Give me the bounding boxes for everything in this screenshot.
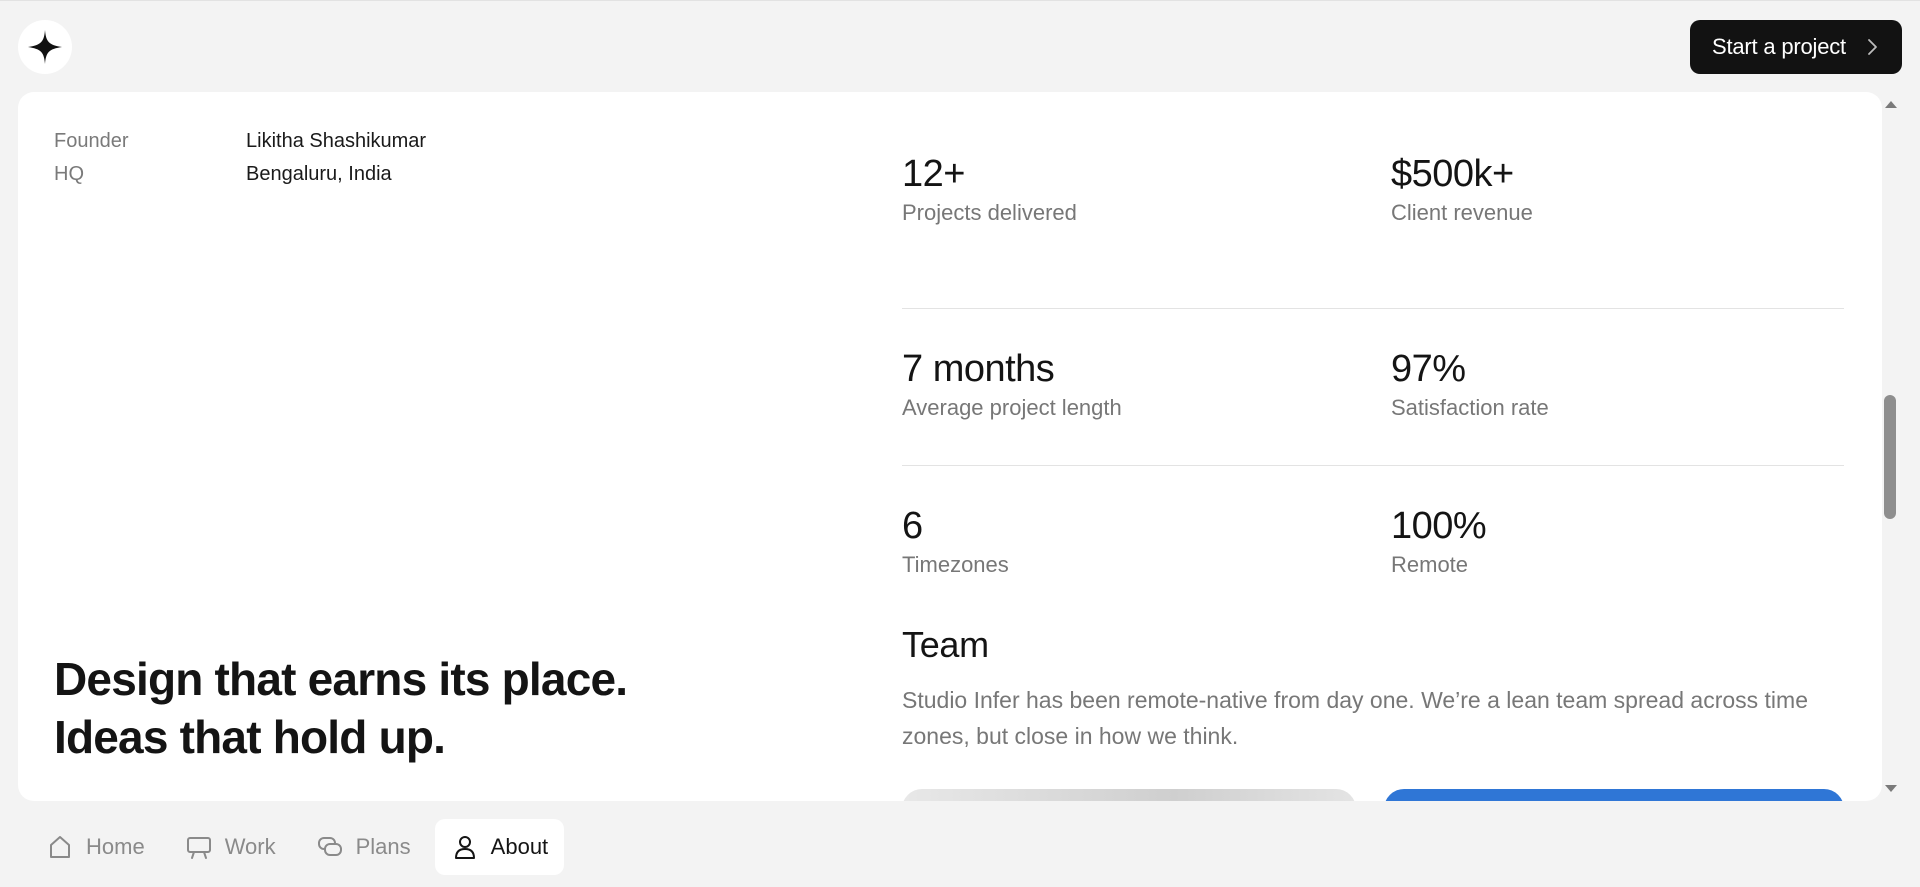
- top-border: [0, 0, 1920, 1]
- scroll-up-arrow-icon[interactable]: [1883, 97, 1899, 111]
- team-card-blue: [1384, 789, 1844, 801]
- nav-label: About: [490, 834, 549, 859]
- stat-label: Timezones: [902, 552, 1009, 577]
- stat-value: $500k+: [1391, 153, 1514, 195]
- stat-label: Client revenue: [1391, 200, 1533, 225]
- scrollbar-thumb[interactable]: [1884, 395, 1896, 519]
- bottom-nav: Home Work Plans About: [30, 819, 565, 875]
- start-project-button[interactable]: Start a project: [1690, 20, 1902, 74]
- team-heading: Team: [902, 624, 989, 665]
- tagline-heading: Design that earns its place. Ideas that …: [54, 653, 628, 763]
- info-row-founder: Founder Likitha Shashikumar: [54, 130, 426, 153]
- nav-item-plans[interactable]: Plans: [300, 819, 427, 875]
- stat-item: 12+ Projects delivered: [902, 152, 1077, 228]
- nav-item-work[interactable]: Work: [169, 819, 292, 875]
- stat-item: 100% Remote: [1391, 504, 1487, 580]
- stat-label: Remote: [1391, 552, 1469, 577]
- stat-value: 6: [902, 505, 923, 547]
- team-photo: [902, 789, 1356, 801]
- stat-item: 7 months Average project length: [902, 347, 1122, 423]
- home-icon: [50, 836, 70, 858]
- logo-button[interactable]: [18, 20, 72, 74]
- team-description: Studio Infer has been remote-native from…: [902, 687, 1808, 749]
- info-row-hq: HQ Bengaluru, India: [54, 163, 392, 186]
- four-point-star-icon: [28, 30, 62, 64]
- presentation-icon: [186, 837, 211, 859]
- nav-label: Home: [86, 834, 145, 859]
- stat-label: Average project length: [902, 395, 1122, 420]
- nav-item-about[interactable]: About: [434, 819, 565, 875]
- stat-value: 100%: [1391, 505, 1487, 547]
- about-card: Founder Likitha Shashikumar HQ Bengaluru…: [18, 92, 1882, 801]
- stat-value: 12+: [902, 153, 965, 195]
- info-value: Bengaluru, India: [246, 163, 392, 185]
- stat-item: $500k+ Client revenue: [1391, 152, 1533, 228]
- scroll-down-arrow-icon[interactable]: [1883, 782, 1899, 796]
- stat-item: 6 Timezones: [902, 504, 1009, 580]
- info-value: Likitha Shashikumar: [246, 130, 427, 152]
- user-icon: [454, 836, 475, 859]
- stat-value: 7 months: [902, 348, 1055, 390]
- nav-item-home[interactable]: Home: [30, 819, 161, 875]
- stat-value: 97%: [1391, 348, 1466, 390]
- nav-label: Work: [224, 834, 276, 859]
- chevron-right-icon: [1868, 39, 1877, 55]
- info-key: HQ: [54, 163, 84, 185]
- stat-label: Projects delivered: [902, 200, 1077, 225]
- nav-label: Plans: [355, 834, 411, 859]
- stat-label: Satisfaction rate: [1391, 395, 1549, 420]
- stats-row: 6 Timezones 100% Remote: [902, 466, 1844, 623]
- chat-bubbles-icon: [317, 837, 342, 856]
- stat-item: 97% Satisfaction rate: [1391, 347, 1549, 423]
- stats-row: 12+ Projects delivered $500k+ Client rev…: [902, 152, 1844, 309]
- stats-row: 7 months Average project length 97% Sati…: [902, 309, 1844, 466]
- info-key: Founder: [54, 130, 129, 152]
- start-project-label: Start a project: [1712, 34, 1846, 59]
- stats-grid: 12+ Projects delivered $500k+ Client rev…: [902, 152, 1844, 623]
